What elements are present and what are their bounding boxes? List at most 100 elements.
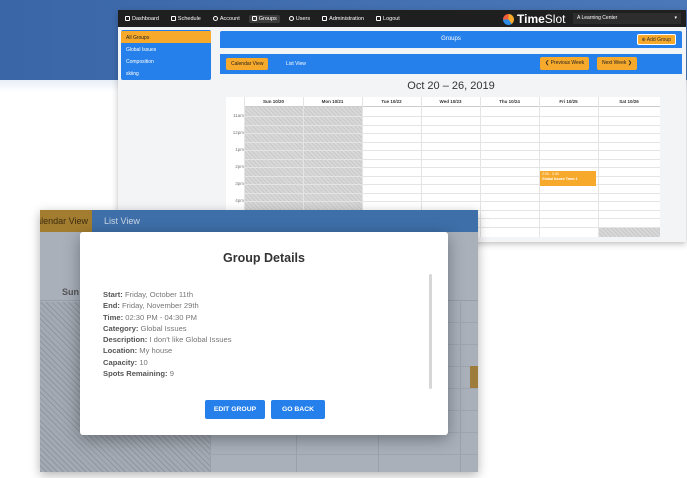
group-list: All Groups Global Issues Composition ski… xyxy=(121,30,211,80)
event-title: Global Issues Team 1 xyxy=(542,177,578,181)
brand-bold: Time xyxy=(517,12,545,26)
calendar-event xyxy=(470,366,478,388)
list-view-button[interactable]: List View xyxy=(286,58,306,70)
detail-value: Friday, November 29th xyxy=(122,301,199,311)
detail-category: Category: Global Issues xyxy=(103,323,423,334)
nav-dashboard[interactable]: Dashboard xyxy=(122,15,162,23)
detail-value: Global Issues xyxy=(140,323,187,333)
grid-line xyxy=(460,302,461,472)
brand-light: Slot xyxy=(544,12,566,26)
edit-group-button[interactable]: EDIT GROUP xyxy=(205,400,265,419)
admin-icon xyxy=(322,16,328,21)
groups-calendar-screenshot: Dashboard Schedule Account Groups Users … xyxy=(118,10,686,242)
detail-value: Friday, October 11th xyxy=(124,290,194,299)
sidebar-item-skiing[interactable]: skiing xyxy=(121,67,211,79)
grid-line xyxy=(244,184,660,185)
nav-label: Administration xyxy=(329,15,365,22)
detail-description: Description: I don't like Global Issues xyxy=(103,334,423,345)
nav-groups[interactable]: Groups xyxy=(248,14,280,23)
timeslot-logo-icon xyxy=(503,13,514,25)
detail-label: Time: xyxy=(103,312,124,322)
day-header: Fri 10/25 xyxy=(539,97,598,107)
center-select[interactable]: A Learning Center ▾ xyxy=(573,13,681,24)
sidebar-item-global-issues[interactable]: Global Issues xyxy=(121,43,211,55)
group-details-modal: Group Details Start: Friday, October 11t… xyxy=(80,232,448,435)
day-header: Sun xyxy=(62,287,79,297)
unavailable-slot xyxy=(598,227,660,237)
grid-line xyxy=(244,159,660,160)
time-label: 3pm xyxy=(235,181,244,186)
grid-line xyxy=(244,167,660,168)
day-header: Thu 10/24 xyxy=(480,97,539,107)
detail-value: I don't like Global Issues xyxy=(149,335,232,345)
grid-line xyxy=(244,176,660,177)
grid-line xyxy=(210,454,478,455)
brand-logo[interactable]: TimeSlot xyxy=(503,12,565,26)
chevron-down-icon: ▾ xyxy=(674,15,677,21)
time-label: 4pm xyxy=(235,198,244,203)
groups-icon xyxy=(251,16,257,21)
day-header: Mon 10/21 xyxy=(303,97,362,107)
detail-value: My house xyxy=(139,346,173,356)
users-icon xyxy=(288,16,294,21)
brand-name: TimeSlot xyxy=(517,12,565,26)
calendar-event[interactable]: 2:30 - 3:30 Global Issues Team 1 xyxy=(540,171,596,186)
time-label: 2pm xyxy=(235,164,244,169)
time-label: 11am xyxy=(233,113,244,118)
detail-capacity: Capacity: 10 xyxy=(103,357,423,368)
week-range-title: Oct 20 – 26, 2019 xyxy=(407,80,495,92)
detail-time: Time: 02:30 PM - 04:30 PM xyxy=(103,312,423,323)
detail-location: Location: My house xyxy=(103,345,423,356)
top-nav: Dashboard Schedule Account Groups Users … xyxy=(118,10,686,27)
detail-value: 10 xyxy=(139,357,148,367)
grid-line xyxy=(244,142,660,143)
nav-label: Logout xyxy=(383,15,400,22)
detail-label: End: xyxy=(103,301,120,311)
day-header: Tue 10/22 xyxy=(362,97,421,107)
nav-label: Schedule xyxy=(177,15,201,22)
calendar-view-button[interactable]: Calendar View xyxy=(226,58,269,70)
nav-label: Users xyxy=(295,15,311,22)
nav-schedule[interactable]: Schedule xyxy=(168,15,204,23)
detail-value: 9 xyxy=(169,369,174,379)
grid-line xyxy=(244,150,660,151)
add-group-button[interactable]: ⊕ Add Group xyxy=(636,34,676,45)
user-circle-icon xyxy=(212,16,218,21)
calendar-icon xyxy=(170,16,176,21)
modal-title: Group Details xyxy=(223,251,305,265)
nav-label: Dashboard xyxy=(132,15,159,22)
calendar-toolbar: Calendar View List View ❮ Previous Week … xyxy=(220,54,682,74)
logout-icon xyxy=(376,16,382,21)
calendar-view-button[interactable]: Calendar View xyxy=(40,210,92,232)
detail-label: Spots Remaining: xyxy=(103,369,168,379)
list-view-button[interactable]: List View xyxy=(104,210,140,232)
day-header: Wed 10/23 xyxy=(421,97,480,107)
nav-administration[interactable]: Administration xyxy=(319,15,367,23)
grid-icon xyxy=(125,16,130,21)
nav-logout[interactable]: Logout xyxy=(373,15,403,23)
go-back-button[interactable]: GO BACK xyxy=(271,400,325,419)
modal-scrollbar[interactable] xyxy=(429,274,432,389)
nav-users[interactable]: Users xyxy=(286,15,313,23)
time-label: 12pm xyxy=(232,130,244,135)
sidebar-item-all-groups[interactable]: All Groups xyxy=(121,31,211,43)
detail-value: 02:30 PM - 04:30 PM xyxy=(125,312,198,322)
center-select-value: A Learning Center xyxy=(577,15,618,21)
next-week-button[interactable]: Next Week ❯ xyxy=(597,57,637,70)
sidebar-item-composition[interactable]: Composition xyxy=(121,55,211,67)
groups-title: Groups xyxy=(441,36,461,42)
nav-label: Groups xyxy=(258,15,277,22)
detail-start: Start: Friday, October 11th xyxy=(103,289,423,300)
groups-panel: Groups ⊕ Add Group Calendar View List Vi… xyxy=(220,31,682,237)
grid-line xyxy=(244,193,660,194)
grid-line xyxy=(244,125,660,126)
calendar-toolbar-dimmed: Calendar View List View xyxy=(40,210,478,232)
previous-week-button[interactable]: ❮ Previous Week xyxy=(540,57,590,70)
detail-label: Description: xyxy=(103,335,148,345)
day-header: Sat 10/26 xyxy=(598,97,660,107)
grid-line xyxy=(244,116,660,117)
groups-header: Groups ⊕ Add Group xyxy=(220,31,682,48)
nav-account[interactable]: Account xyxy=(210,15,243,23)
detail-label: Location: xyxy=(103,346,138,356)
detail-end: End: Friday, November 29th xyxy=(103,300,423,311)
